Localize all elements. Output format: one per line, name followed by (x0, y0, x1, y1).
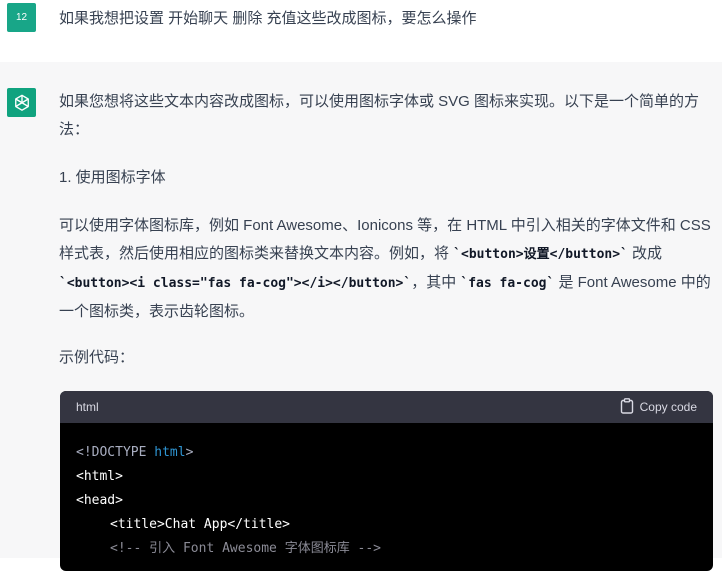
paragraph-text-part: ，其中 (411, 274, 461, 291)
code-line: <head> (76, 493, 123, 508)
code-line: <!-- 引入 Font Awesome 字体图标库 --> (110, 541, 382, 556)
inline-code: `<button>设置</button>` (453, 247, 628, 262)
code-token: <!DOCTYPE (76, 445, 155, 460)
inline-code: `<button><i class="fas fa-cog"></i></but… (59, 276, 412, 291)
openai-logo-icon (7, 88, 36, 117)
copy-code-label: Copy code (639, 400, 697, 414)
copy-code-button[interactable]: Copy code (620, 397, 697, 417)
code-language-label: html (76, 400, 99, 414)
inline-code: `fas fa-cog` (460, 276, 555, 291)
code-line: <!DOCTYPE html> (76, 441, 697, 465)
code-content: <!DOCTYPE html> <html> <head> <title>Cha… (60, 423, 713, 561)
code-line: <title>Chat App</title> (110, 517, 291, 532)
user-message-row: 12 如果我想把设置 开始聊天 删除 充值这些改成图标，要怎么操作 (0, 0, 722, 62)
paragraph-text-part: 改成 (627, 245, 663, 262)
paragraph-icon-font: 可以使用字体图标库，例如 Font Awesome、Ionicons 等，在 H… (59, 212, 715, 326)
paragraph-example-label: 示例代码： (59, 349, 135, 366)
paragraph-intro: 如果您想将这些文本内容改成图标，可以使用图标字体或 SVG 图标来实现。以下是一… (59, 93, 700, 138)
list-item-1: 1. 使用图标字体 (59, 169, 166, 186)
code-line: <html> (76, 469, 123, 484)
code-block-header: html Copy code (60, 391, 713, 423)
clipboard-icon (620, 397, 634, 417)
user-message-text: 如果我想把设置 开始聊天 删除 充值这些改成图标，要怎么操作 (59, 10, 477, 27)
user-avatar-text: 12 (15, 12, 28, 23)
code-token: > (185, 445, 194, 460)
code-token: html (154, 445, 186, 460)
code-block: html Copy code <!DOCTYPE html> <html> <h… (60, 391, 713, 571)
user-avatar: 12 (7, 3, 36, 32)
